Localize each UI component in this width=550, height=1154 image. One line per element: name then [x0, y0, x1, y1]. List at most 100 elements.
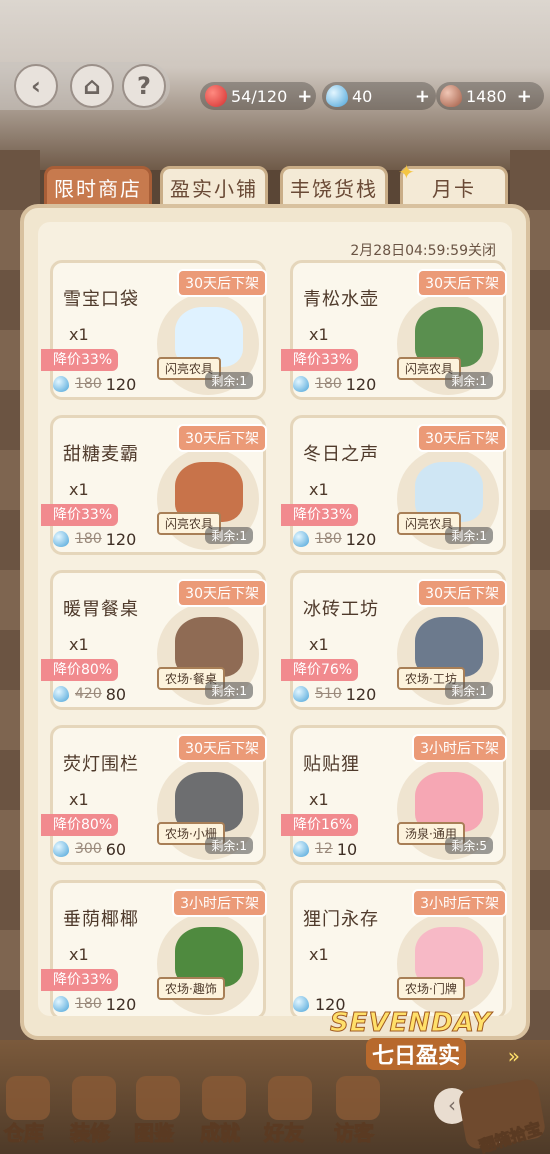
delist-badge: 30天后下架 — [417, 269, 507, 297]
shop-list[interactable]: 2月28日04:59:59关闭 雪宝口袋 x1 30天后下架 降价33% 180 120 闪… — [38, 222, 512, 1016]
menu-decorate[interactable]: 装修 — [70, 1117, 111, 1146]
original-price: 180 — [315, 376, 342, 392]
shop-item-card[interactable]: 冬日之声 x1 30天后下架 降价33% 180 120 闪亮农具 剩余:1 — [281, 415, 507, 555]
water-drop-icon — [293, 686, 309, 702]
item-quantity: x1 — [69, 480, 89, 499]
shop-item-card[interactable]: 雪宝口袋 x1 30天后下架 降价33% 180 120 闪亮农具 剩余:1 — [41, 260, 267, 400]
apple-icon — [205, 85, 227, 107]
discount-label: 降价33% — [281, 349, 359, 371]
menu-achievement[interactable]: 成就 — [200, 1117, 241, 1146]
discount-label: 降价76% — [281, 659, 359, 681]
item-price: 180 120 — [293, 373, 376, 395]
discount-label: 降价80% — [41, 659, 119, 681]
item-quantity: x1 — [309, 945, 329, 964]
menu-friends[interactable]: 好友 — [264, 1117, 305, 1146]
original-price: 180 — [315, 531, 342, 547]
item-price: 180 120 — [53, 528, 136, 550]
decorate-icon — [72, 1076, 116, 1120]
shop-item-card[interactable]: 甜糖麦霸 x1 30天后下架 降价33% 180 120 闪亮农具 剩余:1 — [41, 415, 267, 555]
item-quantity: x1 — [69, 635, 89, 654]
item-price: 420 80 — [53, 683, 126, 705]
discount-label: 降价33% — [281, 504, 359, 526]
item-name: 冬日之声 — [303, 444, 379, 465]
shop-item-card[interactable]: 冰砖工坊 x1 30天后下架 降价76% 510 120 农场·工坊 剩余:1 — [281, 570, 507, 710]
item-price: 180 120 — [293, 528, 376, 550]
delist-badge: 3小时后下架 — [412, 734, 507, 762]
menu-catalog[interactable]: 图鉴 — [134, 1117, 175, 1146]
help-button[interactable]: ? — [122, 64, 166, 108]
delist-badge: 30天后下架 — [177, 579, 267, 607]
item-name: 冰砖工坊 — [303, 599, 379, 620]
tab-monthly-card[interactable]: 月卡 — [400, 166, 508, 208]
shop-item-card[interactable]: 垂荫椰椰 x1 3小时后下架 降价33% 180 120 农场·趣饰 — [41, 880, 267, 1016]
menu-visitor[interactable]: 访客 — [334, 1117, 375, 1146]
original-price: 180 — [75, 531, 102, 547]
add-water-button[interactable]: + — [415, 86, 430, 107]
resource-seed: 1480 + — [440, 84, 532, 108]
tab-small-shop[interactable]: 盈实小铺 — [160, 166, 268, 208]
water-drop-icon — [293, 376, 309, 392]
stock-remaining: 剩余:1 — [445, 527, 493, 544]
item-price: 510 120 — [293, 683, 376, 705]
delist-badge: 30天后下架 — [177, 269, 267, 297]
delist-badge: 3小时后下架 — [412, 889, 507, 917]
tab-goods-stall[interactable]: 丰饶货栈 — [280, 166, 388, 208]
double-chevron-icon: » — [507, 1044, 520, 1068]
water-drop-icon — [293, 531, 309, 547]
back-button[interactable]: ‹ — [14, 64, 58, 108]
tab-limited-shop[interactable]: 限时商店 — [44, 166, 152, 208]
original-price: 12 — [315, 841, 333, 857]
item-name: 青松水壶 — [303, 289, 379, 310]
item-quantity: x1 — [309, 325, 329, 344]
delist-badge: 30天后下架 — [177, 424, 267, 452]
item-quantity: x1 — [69, 325, 89, 344]
shop-item-card[interactable]: 狸门永存 x1 3小时后下架 120 农场·门牌 — [290, 880, 507, 1016]
item-category-tag: 农场·趣饰 — [157, 977, 225, 1000]
sparkle-icon: ✦ — [398, 160, 415, 184]
resource-water: 40 + — [326, 84, 434, 108]
sale-price: 120 — [105, 994, 137, 1014]
sale-price: 10 — [336, 839, 358, 859]
item-price: 12 10 — [293, 838, 357, 860]
back-arrow-icon: ‹ — [31, 72, 41, 100]
item-price: 180 120 — [53, 993, 136, 1015]
shop-item-card[interactable]: 荧灯围栏 x1 30天后下架 降价80% 300 60 农场·小栅 剩余:1 — [41, 725, 267, 865]
seed-count: 1480 — [466, 86, 507, 106]
question-icon: ? — [137, 72, 151, 100]
home-button[interactable]: ⌂ — [70, 64, 114, 108]
apple-count: 54/120 — [231, 86, 288, 106]
item-name: 暖胃餐桌 — [63, 599, 139, 620]
resource-apple: 54/120 + — [205, 84, 312, 108]
water-drop-icon — [293, 996, 309, 1012]
discount-label: 降价80% — [41, 814, 119, 836]
menu-warehouse[interactable]: 仓库 — [4, 1117, 45, 1146]
catalog-icon — [136, 1076, 180, 1120]
shop-item-card[interactable]: 青松水壶 x1 30天后下架 降价33% 180 120 闪亮农具 剩余:1 — [281, 260, 507, 400]
water-drop-icon — [293, 841, 309, 857]
sale-price: 120 — [345, 684, 377, 704]
discount-label: 降价33% — [41, 504, 119, 526]
sale-price: 120 — [345, 529, 377, 549]
add-apple-button[interactable]: + — [297, 86, 312, 107]
delist-badge: 30天后下架 — [417, 579, 507, 607]
item-category-tag: 农场·门牌 — [397, 977, 465, 1000]
original-price: 180 — [75, 996, 102, 1012]
original-price: 300 — [75, 841, 102, 857]
water-drop-icon — [53, 531, 69, 547]
stock-remaining: 剩余:1 — [445, 682, 493, 699]
water-drop-icon — [326, 85, 348, 107]
sevenday-logo[interactable]: SEVENDAY 七日盈实 » — [330, 1008, 520, 1072]
item-name: 甜糖麦霸 — [63, 444, 139, 465]
discount-label: 降价33% — [41, 349, 119, 371]
stock-remaining: 剩余:1 — [445, 372, 493, 389]
add-seed-button[interactable]: + — [517, 86, 532, 107]
item-quantity: x1 — [69, 790, 89, 809]
stock-remaining: 剩余:1 — [205, 527, 253, 544]
shop-item-card[interactable]: 暖胃餐桌 x1 30天后下架 降价80% 420 80 农场·餐桌 剩余:1 — [41, 570, 267, 710]
sale-price: 120 — [345, 374, 377, 394]
discount-label: 降价33% — [41, 969, 119, 991]
stock-remaining: 剩余:5 — [445, 837, 493, 854]
item-name: 贴贴狸 — [303, 754, 360, 775]
original-price: 510 — [315, 686, 342, 702]
shop-item-card[interactable]: 贴贴狸 x1 3小时后下架 降价16% 12 10 汤泉·通用 剩余:5 — [281, 725, 507, 865]
